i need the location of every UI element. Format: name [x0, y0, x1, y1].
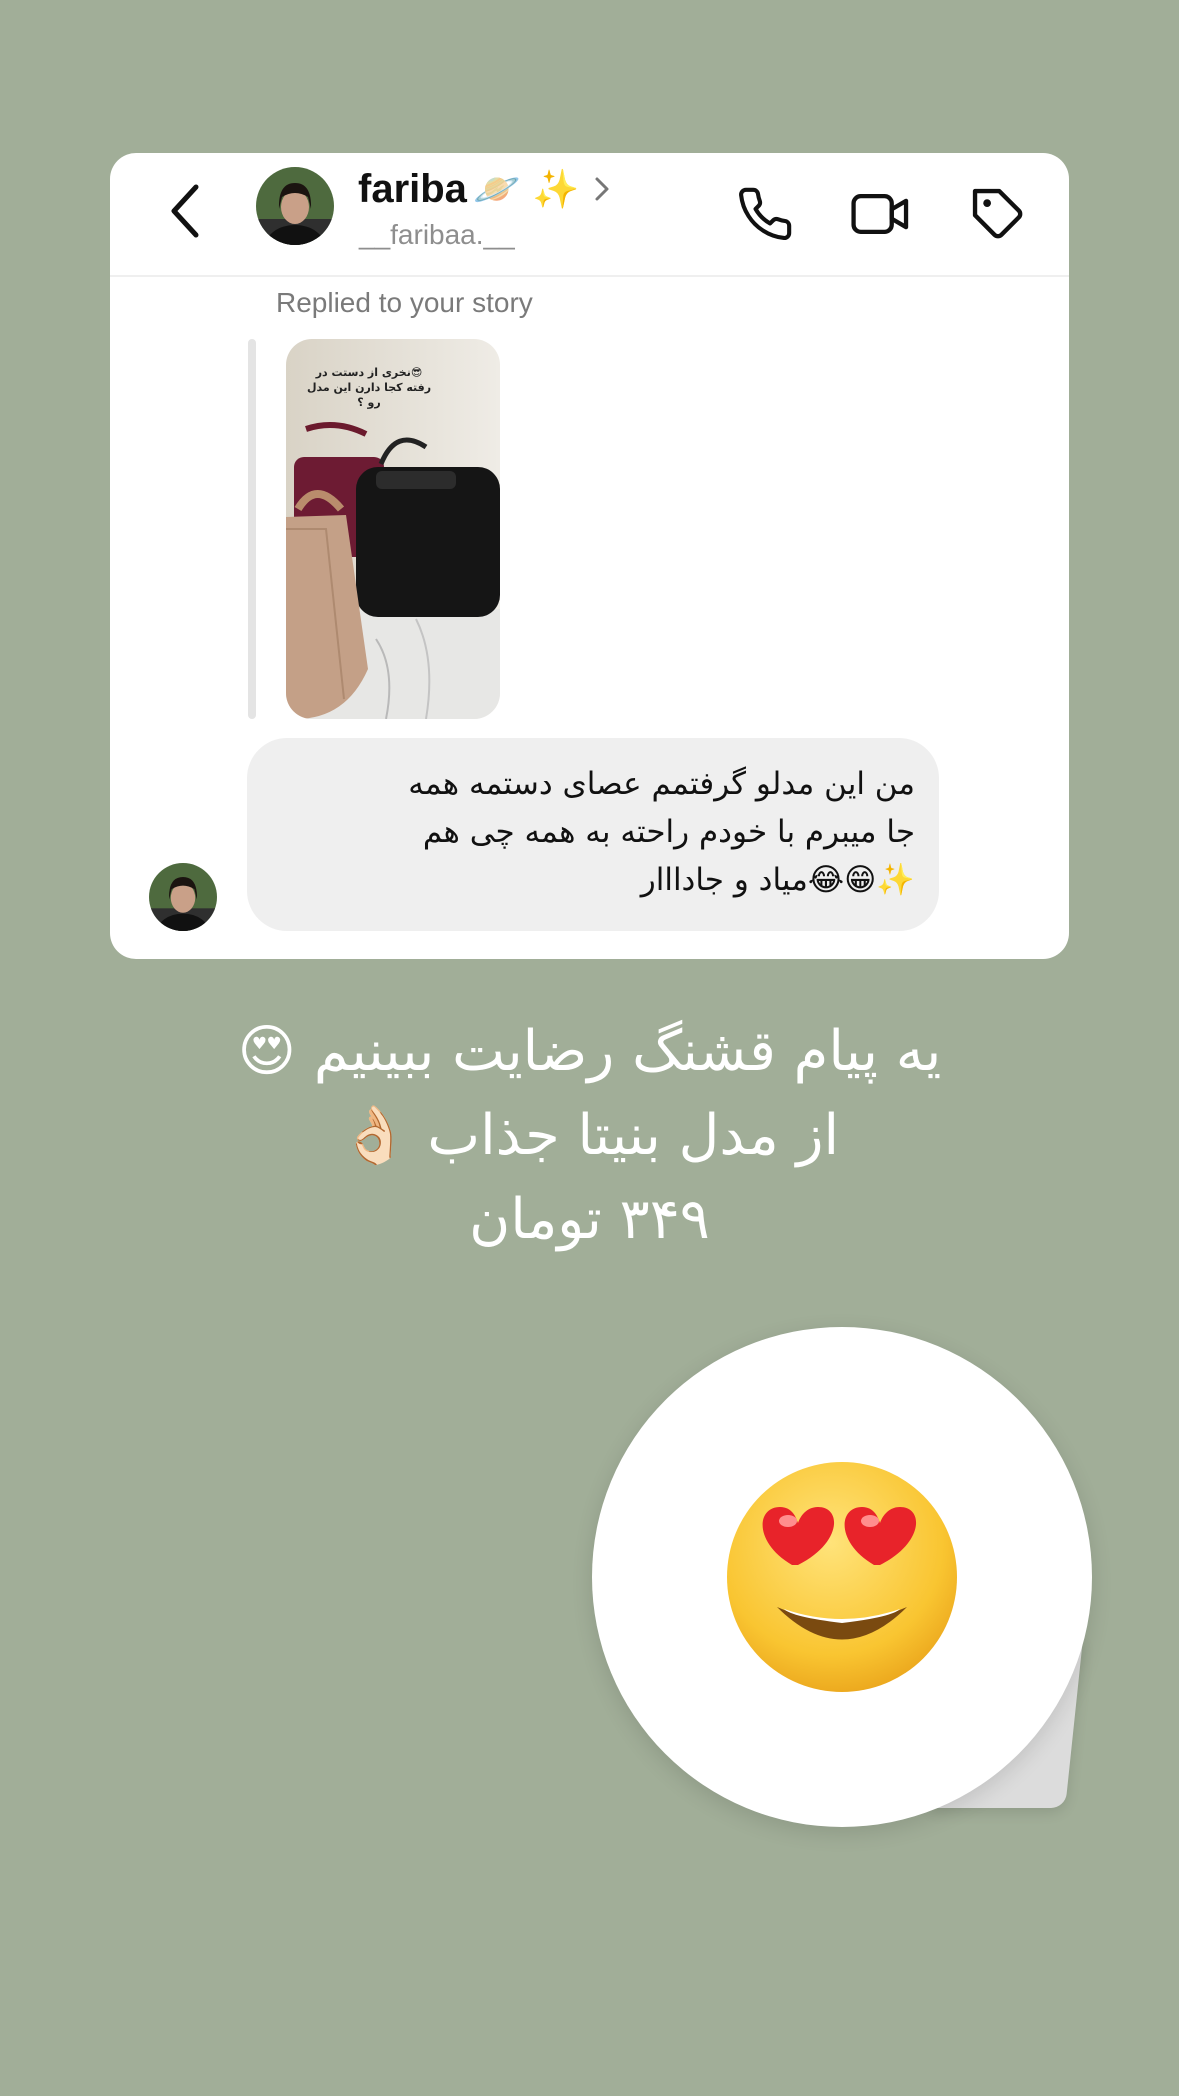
dm-screenshot-card: fariba 🪐 ✨ __faribaa.__ Replied to your … [110, 153, 1069, 959]
heart-eyes-emoji-icon [727, 1462, 957, 1692]
sender-avatar[interactable] [149, 863, 217, 931]
video-icon [851, 193, 909, 235]
name-emoji: 🪐 ✨ [472, 166, 580, 211]
emoji-reaction-sticker[interactable] [592, 1327, 1092, 1827]
profile-name-link[interactable]: fariba 🪐 ✨ [358, 163, 610, 215]
video-call-button[interactable] [846, 179, 916, 249]
back-icon [171, 184, 199, 238]
overlay-line-1: یه پیام قشنگ رضایت ببینیم 😍 [237, 1019, 942, 1084]
audio-call-button[interactable] [730, 179, 800, 249]
profile-avatar[interactable] [256, 167, 334, 245]
message-bubble[interactable]: من این مدلو گرفتمم عصای دستمه همه جا میب… [247, 738, 939, 931]
phone-icon [739, 187, 792, 241]
overlay-line-3: ۳۴۹ تومان [469, 1187, 710, 1252]
tag-icon [972, 188, 1023, 239]
back-button[interactable] [160, 181, 210, 241]
overlay-line-2: از مدل بنیتا جذاب 👌🏻 [339, 1103, 840, 1168]
story-thumbnail[interactable]: 😎نخری از دستت در رفته کجا دارن این مدل ر… [286, 339, 500, 719]
profile-handle: __faribaa.__ [359, 219, 515, 250]
profile-name: fariba [358, 166, 467, 211]
message-text: من این مدلو گرفتمم عصای دستمه همه جا میب… [408, 766, 915, 898]
chat-header: fariba 🪐 ✨ __faribaa.__ [110, 153, 1069, 277]
story-caption: 😎نخری از دستت در رفته کجا دارن این مدل ر… [306, 366, 432, 409]
replied-to-story-label: Replied to your story [276, 287, 533, 318]
reply-indicator-bar [248, 339, 256, 719]
story-overlay-text: یه پیام قشنگ رضایت ببینیم 😍 از مدل بنیتا… [100, 1010, 1079, 1262]
chevron-right-icon [595, 177, 609, 201]
tag-button[interactable] [963, 179, 1033, 249]
